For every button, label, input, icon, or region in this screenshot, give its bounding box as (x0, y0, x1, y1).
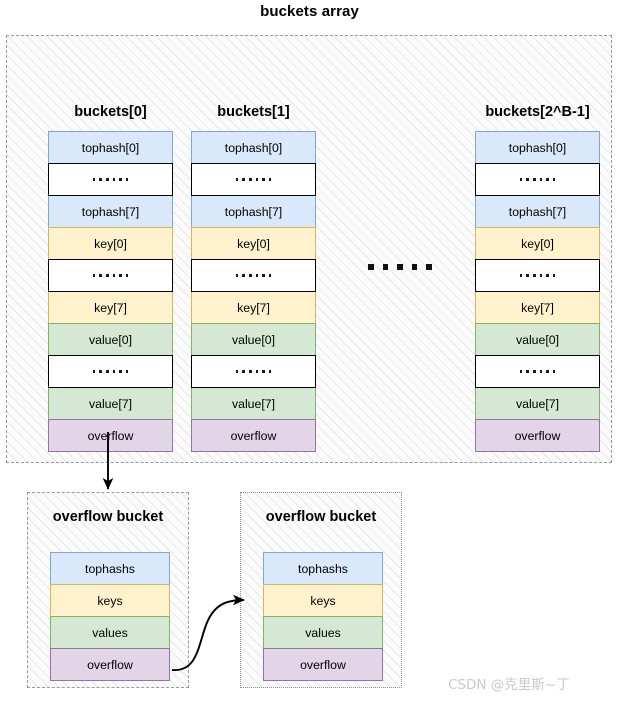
overflow-bucket-1-title: overflow bucket (52, 509, 164, 525)
cell-values: values (50, 616, 170, 649)
cell-value-0: value[0] (191, 323, 316, 356)
cell-keys: keys (263, 584, 383, 617)
ellipsis-dots (49, 260, 172, 291)
cell-value-0: value[0] (48, 323, 173, 356)
cell-key-0: key[0] (48, 227, 173, 260)
cell-value-ellipsis-0 (48, 355, 173, 388)
ellipsis-dots (49, 356, 172, 387)
cell-key-7: key[7] (191, 291, 316, 324)
bucket-column-last: buckets[2^B-1] tophash[0] tophash[7] key… (475, 104, 600, 452)
overflow-bucket-1-cells: tophashs keys values overflow (50, 552, 170, 681)
bucket-column-0: buckets[0] tophash[0] tophash[7] key[0] … (48, 104, 173, 452)
overflow-bucket-2-title: overflow bucket (265, 509, 377, 525)
bucket-label-last: buckets[2^B-1] (485, 104, 590, 120)
cell-overflow: overflow (263, 648, 383, 681)
cell-overflow: overflow (191, 419, 316, 452)
cell-key-0: key[0] (475, 227, 600, 260)
ellipsis-dots (476, 356, 599, 387)
overflow-bucket-1: overflow bucket tophashs keys values ove… (27, 492, 189, 688)
cell-key-ellipsis-0 (191, 259, 316, 292)
cell-tophash-7: tophash[7] (48, 195, 173, 228)
ellipsis-dots (192, 164, 315, 195)
bucket-cells-0: tophash[0] tophash[7] key[0] key[7] valu… (48, 131, 173, 452)
ellipsis-dots (192, 260, 315, 291)
ellipsis-dots (192, 356, 315, 387)
cell-tophash-7: tophash[7] (191, 195, 316, 228)
cell-key-ellipsis-0 (48, 259, 173, 292)
cell-value-7: value[7] (48, 387, 173, 420)
cell-tophash-0: tophash[0] (475, 131, 600, 164)
ellipsis-dots (49, 164, 172, 195)
ellipsis-dots (476, 260, 599, 291)
cell-values: values (263, 616, 383, 649)
cell-key-7: key[7] (48, 291, 173, 324)
cell-value-0: value[0] (475, 323, 600, 356)
cell-tophashs: tophashs (263, 552, 383, 585)
bucket-cells-last: tophash[0] tophash[7] key[0] key[7] valu… (475, 131, 600, 452)
bucket-label-0: buckets[0] (74, 104, 147, 120)
cell-key-0: key[0] (191, 227, 316, 260)
buckets-array-container: buckets[0] tophash[0] tophash[7] key[0] … (6, 35, 612, 463)
cell-key-ellipsis-0 (475, 259, 600, 292)
cell-tophash-ellipsis-0 (475, 163, 600, 196)
cell-value-7: value[7] (475, 387, 600, 420)
cell-tophash-0: tophash[0] (48, 131, 173, 164)
overflow-bucket-2: overflow bucket tophashs keys values ove… (240, 492, 402, 688)
cell-value-ellipsis-0 (191, 355, 316, 388)
cell-overflow: overflow (48, 419, 173, 452)
bucket-column-1: buckets[1] tophash[0] tophash[7] key[0] … (191, 104, 316, 452)
cell-tophash-7: tophash[7] (475, 195, 600, 228)
bucket-cells-1: tophash[0] tophash[7] key[0] key[7] valu… (191, 131, 316, 452)
overflow-bucket-2-cells: tophashs keys values overflow (263, 552, 383, 681)
cell-overflow: overflow (475, 419, 600, 452)
cell-overflow: overflow (50, 648, 170, 681)
cell-tophash-0: tophash[0] (191, 131, 316, 164)
cell-value-7: value[7] (191, 387, 316, 420)
cell-keys: keys (50, 584, 170, 617)
cell-value-ellipsis-0 (475, 355, 600, 388)
cell-tophash-ellipsis-0 (48, 163, 173, 196)
page-title: buckets array (260, 3, 359, 20)
watermark-text: CSDN @克里斯~丁 (448, 677, 570, 693)
bucket-label-1: buckets[1] (217, 104, 290, 120)
ellipsis-dots (476, 164, 599, 195)
buckets-continuation-ellipsis (368, 264, 432, 270)
cell-key-7: key[7] (475, 291, 600, 324)
cell-tophashs: tophashs (50, 552, 170, 585)
cell-tophash-ellipsis-0 (191, 163, 316, 196)
